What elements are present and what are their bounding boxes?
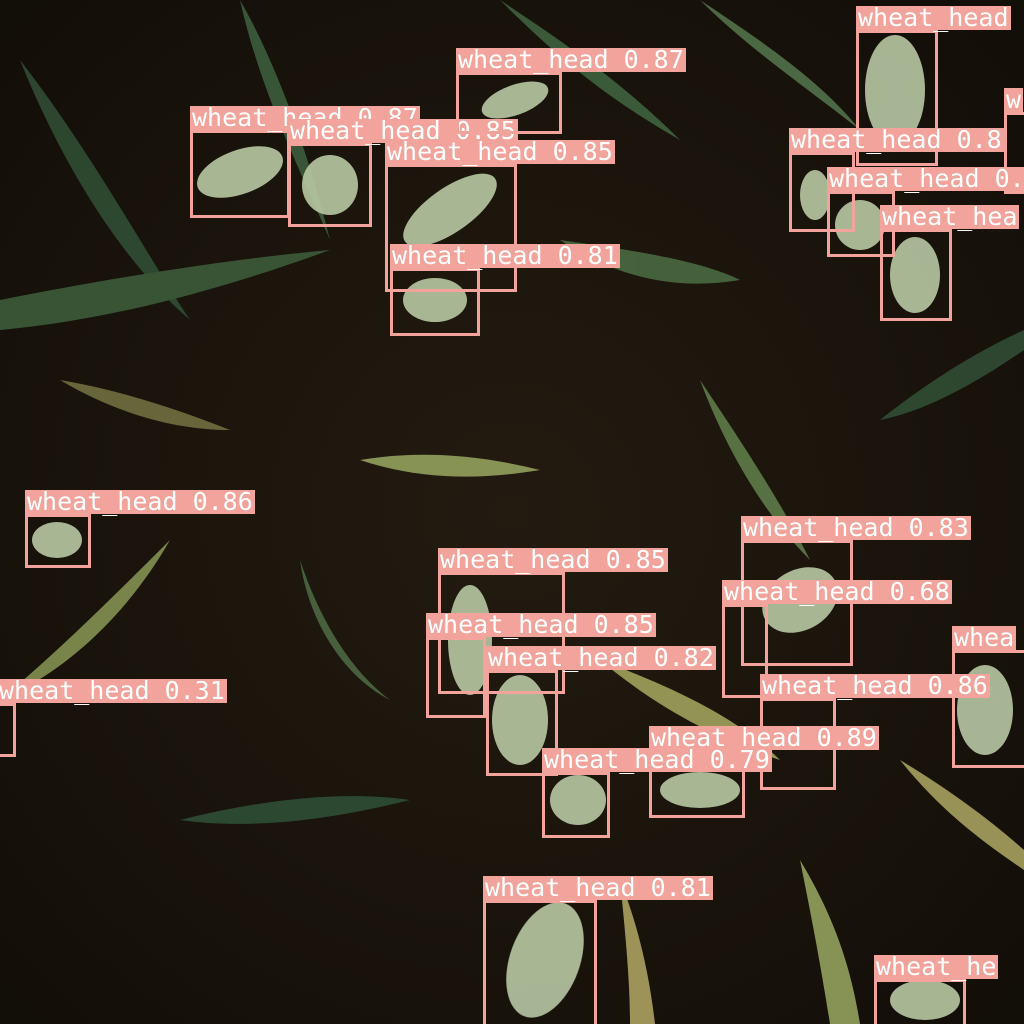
- detection-label: wheat_head 0.85: [385, 137, 615, 166]
- detection-label: whea: [952, 623, 1017, 652]
- detection-label: wheat_head 0.68: [722, 577, 952, 606]
- detection-label: wheat_he: [874, 952, 999, 981]
- detection-box: wheat_head 0.31: [0, 678, 227, 757]
- detection-label: wheat_head 0.31: [0, 678, 227, 703]
- detection-label: wheat_head 0.86: [25, 487, 255, 516]
- detection-box: wheat_head 0.81: [483, 875, 713, 1024]
- detection-label: wheat_head: [856, 3, 1011, 32]
- wheat-field-photo: wheat_head 0.87 wheat_head 0.85 wheat_he…: [0, 0, 1024, 1024]
- detection-label: wheat_head 0.85: [438, 545, 668, 574]
- detection-label: wheat_head 0.82: [486, 643, 716, 672]
- detection-label: wheat_head 0.81: [483, 873, 713, 902]
- detection-label: wheat_hea: [880, 202, 1020, 231]
- detection-overlay: wheat_head 0.87 wheat_head 0.85 wheat_he…: [0, 0, 1024, 1024]
- detection-box: wheat_head 0.87: [190, 105, 420, 218]
- detection-box: wheat_head 0.81: [390, 243, 620, 336]
- detection-box: wheat_head 0.85: [426, 612, 656, 718]
- detection-box: wheat_hea: [880, 204, 1020, 321]
- detection-label: w: [1004, 85, 1024, 114]
- detection-label: wheat_head 0.: [827, 166, 1024, 191]
- detection-box: wheat_he: [874, 954, 999, 1024]
- detection-box: wheat_head 0.86: [25, 489, 255, 568]
- detection-box: wheat_head 0.85: [288, 118, 518, 227]
- detection-label: wheat_head 0.8: [789, 125, 1004, 154]
- detection-label: wheat_head 0.85: [426, 610, 656, 639]
- detection-box: wheat_head 0.87: [456, 47, 686, 134]
- detection-label: wheat_head 0.83: [741, 513, 971, 542]
- detection-label: wheat_head 0.87: [456, 45, 686, 74]
- detection-box: whea: [952, 625, 1024, 768]
- detection-box: wheat_head 0.79: [542, 747, 772, 838]
- detection-label: wheat_head 0.79: [542, 745, 772, 774]
- detection-label: wheat_head 0.81: [390, 241, 620, 270]
